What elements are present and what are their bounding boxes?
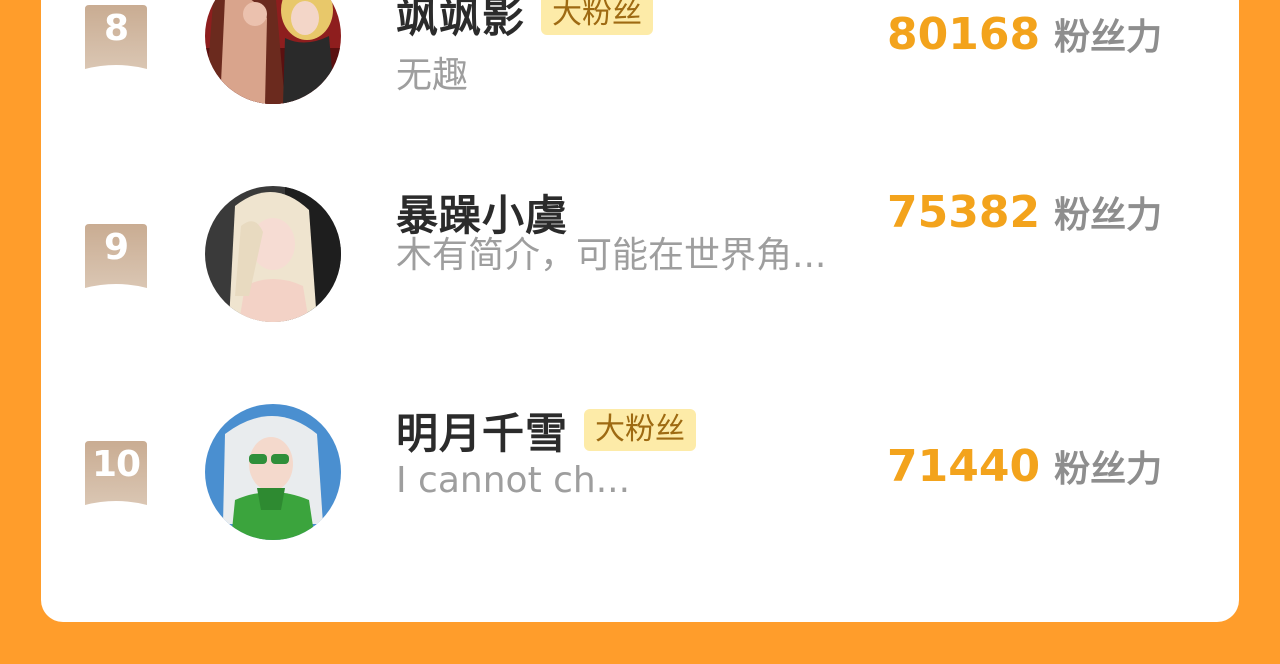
leaderboard-row[interactable]: 8 飒飒影 大粉丝 无趣 80168 粉丝力 [41,0,1239,104]
rank-number: 9 [103,227,129,268]
score-unit: 粉丝力 [1054,17,1163,58]
leaderboard-card: 8 飒飒影 大粉丝 无趣 80168 粉丝力 9 暴躁小虞 木有简介，可能在世界… [41,0,1239,622]
rank-ribbon-icon: 9 [85,224,147,288]
fan-badge: 大粉丝 [541,0,654,35]
user-bio: 木有简介，可能在世界角... [396,235,827,276]
fan-power-score: 71440 粉丝力 [887,440,1162,496]
rank-number: 10 [91,444,141,485]
user-avatar[interactable] [205,186,341,322]
fan-power-score: 75382 粉丝力 [887,186,1162,242]
user-name[interactable]: 飒飒影 [396,0,525,45]
user-bio: 无趣 [396,55,469,96]
rank-number: 8 [103,8,129,49]
score-value: 75382 [887,187,1041,238]
rank-ribbon-icon: 8 [85,5,147,69]
score-unit: 粉丝力 [1054,449,1163,490]
user-bio: I cannot ch... [396,460,631,501]
user-avatar[interactable] [205,404,341,540]
user-avatar[interactable] [205,0,341,104]
leaderboard-row[interactable]: 9 暴躁小虞 木有简介，可能在世界角... 75382 粉丝力 [41,186,1239,326]
score-value: 80168 [887,9,1041,60]
leaderboard-row[interactable]: 10 明月千雪 大粉丝 I cannot ch... 71440 粉丝力 [41,404,1239,544]
fan-badge: 大粉丝 [584,409,697,451]
rank-ribbon-icon: 10 [85,441,147,505]
user-name[interactable]: 明月千雪 [396,400,568,461]
fan-power-score: 80168 粉丝力 [887,8,1162,64]
score-unit: 粉丝力 [1054,195,1163,236]
score-value: 71440 [887,441,1041,492]
